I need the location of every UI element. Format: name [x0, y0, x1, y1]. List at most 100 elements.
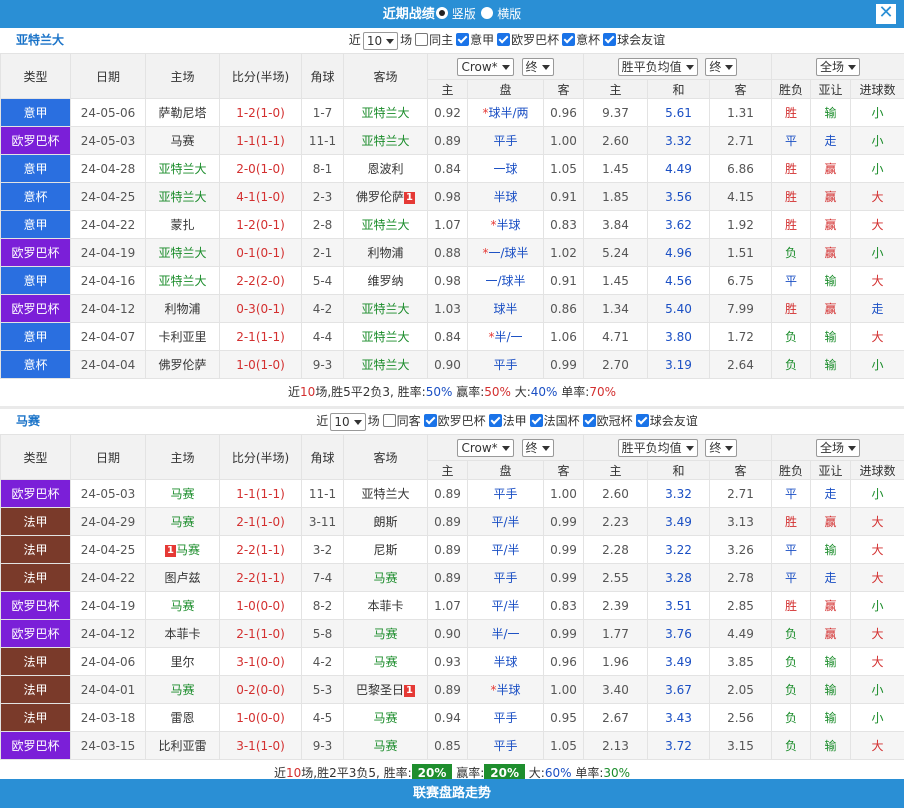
match-score[interactable]: 2-2(1-1)	[219, 563, 302, 592]
table-row[interactable]: 法甲 24-04-25 1 马赛 2-2(1-1) 3-2 尼斯 0.89 平/半 0.99 2.2…	[0, 535, 904, 564]
home-team-cell[interactable]: 蒙扎	[145, 210, 220, 239]
match-type[interactable]: 法甲	[0, 507, 71, 536]
home-team-cell[interactable]: 本菲卡	[145, 619, 220, 648]
away-team-cell[interactable]: 尼斯	[343, 535, 428, 564]
match-type[interactable]: 意杯	[0, 350, 71, 379]
half-select[interactable]: 全场	[816, 57, 861, 76]
league-checkbox[interactable]	[456, 33, 470, 46]
away-team-cell[interactable]: 马赛	[343, 703, 428, 732]
table-row[interactable]: 法甲 24-04-06 里尔 3-1(0-0) 4-2 马赛 0.93 半球 0.96 1.96 3…	[0, 647, 904, 676]
match-type[interactable]: 意甲	[0, 210, 71, 239]
home-team-cell[interactable]: 里尔	[145, 647, 220, 676]
table-row[interactable]: 意甲 24-04-28 亚特兰大 2-0(1-0) 8-1 恩波利 0.84 一球 1.05 1.…	[0, 154, 904, 183]
table-row[interactable]: 欧罗巴杯 24-05-03 马赛 1-1(1-1) 11-1 亚特兰大 0.89 平手 1.00…	[0, 479, 904, 508]
company-select[interactable]: Crow*	[457, 438, 514, 457]
home-team-cell[interactable]: 1 马赛	[145, 535, 220, 564]
match-type[interactable]: 法甲	[0, 647, 71, 676]
table-row[interactable]: 意甲 24-04-16 亚特兰大 2-2(2-0) 5-4 维罗纳 0.98 一/球半 0.91…	[0, 266, 904, 295]
horizontal-radio[interactable]	[481, 7, 494, 19]
match-type[interactable]: 意甲	[0, 98, 71, 127]
home-team-cell[interactable]: 马赛	[145, 479, 220, 508]
half-select[interactable]: 全场	[816, 438, 861, 457]
league-checkbox[interactable]	[497, 33, 511, 46]
match-score[interactable]: 2-1(1-1)	[219, 322, 302, 351]
home-team-cell[interactable]: 马赛	[145, 126, 220, 155]
home-team-cell[interactable]: 亚特兰大	[145, 238, 220, 267]
away-team-cell[interactable]: 维罗纳	[343, 266, 428, 295]
match-score[interactable]: 1-0(0-0)	[219, 703, 302, 732]
home-team-cell[interactable]: 亚特兰大	[145, 182, 220, 211]
match-score[interactable]: 3-1(1-0)	[219, 731, 302, 760]
away-team-cell[interactable]: 马赛	[343, 647, 428, 676]
company-select[interactable]: Crow*	[457, 57, 514, 76]
match-score[interactable]: 0-1(0-1)	[219, 238, 302, 267]
home-team-cell[interactable]: 马赛	[145, 507, 220, 536]
home-team-cell[interactable]: 利物浦	[145, 294, 220, 323]
table-row[interactable]: 法甲 24-04-29 马赛 2-1(1-0) 3-11 朗斯 0.89 平/半 0.99 2.2…	[0, 507, 904, 536]
same-venue-checkbox[interactable]	[415, 33, 429, 46]
away-team-cell[interactable]: 马赛	[343, 563, 428, 592]
league-checkbox[interactable]	[562, 33, 576, 46]
match-type[interactable]: 意甲	[0, 266, 71, 295]
home-team-cell[interactable]: 马赛	[145, 675, 220, 704]
match-type[interactable]: 法甲	[0, 675, 71, 704]
away-team-cell[interactable]: 马赛	[343, 731, 428, 760]
away-team-cell[interactable]: 亚特兰大	[343, 322, 428, 351]
table-row[interactable]: 法甲 24-04-22 图卢兹 2-2(1-1) 7-4 马赛 0.89 平手 0.99 2.55…	[0, 563, 904, 592]
match-type[interactable]: 法甲	[0, 703, 71, 732]
match-score[interactable]: 2-1(1-0)	[219, 507, 302, 536]
league-checkbox[interactable]	[423, 414, 437, 427]
table-row[interactable]: 意甲 24-04-07 卡利亚里 2-1(1-1) 4-4 亚特兰大 0.84 *半/一 1.0…	[0, 322, 904, 351]
match-score[interactable]: 1-0(1-0)	[219, 350, 302, 379]
match-type[interactable]: 法甲	[0, 563, 71, 592]
table-row[interactable]: 欧罗巴杯 24-04-19 亚特兰大 0-1(0-1) 2-1 利物浦 0.88 *一/球半 1…	[0, 238, 904, 267]
match-type[interactable]: 意杯	[0, 182, 71, 211]
handicap-phase-select[interactable]: 终	[521, 438, 554, 457]
match-type[interactable]: 意甲	[0, 322, 71, 351]
table-row[interactable]: 意杯 24-04-04 佛罗伦萨 1-0(1-0) 9-3 亚特兰大 0.90 平手 0.99 2…	[0, 350, 904, 379]
horizontal-label[interactable]: 横版	[497, 7, 521, 21]
odds-phase-select[interactable]: 终	[705, 438, 738, 457]
match-score[interactable]: 1-0(0-0)	[219, 591, 302, 620]
home-team-cell[interactable]: 雷恩	[145, 703, 220, 732]
match-score[interactable]: 2-2(1-1)	[219, 535, 302, 564]
match-score[interactable]: 2-1(1-0)	[219, 619, 302, 648]
match-score[interactable]: 1-1(1-1)	[219, 479, 302, 508]
home-team-cell[interactable]: 卡利亚里	[145, 322, 220, 351]
match-score[interactable]: 0-3(0-1)	[219, 294, 302, 323]
match-score[interactable]: 2-2(2-0)	[219, 266, 302, 295]
table-row[interactable]: 欧罗巴杯 24-04-19 马赛 1-0(0-0) 8-2 本菲卡 1.07 平/半 0.83 2…	[0, 591, 904, 620]
match-type[interactable]: 欧罗巴杯	[0, 126, 71, 155]
league-checkbox[interactable]	[488, 414, 502, 427]
table-row[interactable]: 欧罗巴杯 24-05-03 马赛 1-1(1-1) 11-1 亚特兰大 0.89 平手 1.00…	[0, 126, 904, 155]
away-team-cell[interactable]: 亚特兰大	[343, 210, 428, 239]
close-button[interactable]: ✕	[876, 4, 896, 24]
match-type[interactable]: 欧罗巴杯	[0, 591, 71, 620]
odds-type-select[interactable]: 胜平负均值	[617, 57, 698, 76]
table-row[interactable]: 欧罗巴杯 24-04-12 利物浦 0-3(0-1) 4-2 亚特兰大 1.03 球半 0.86…	[0, 294, 904, 323]
match-score[interactable]: 3-1(0-0)	[219, 647, 302, 676]
table-row[interactable]: 法甲 24-03-18 雷恩 1-0(0-0) 4-5 马赛 0.94 平手 0.95 2.67 3…	[0, 703, 904, 732]
vertical-label[interactable]: 竖版	[452, 7, 476, 21]
table-row[interactable]: 意甲 24-05-06 萨勒尼塔 1-2(1-0) 1-7 亚特兰大 0.92 *球半/两 0.…	[0, 98, 904, 127]
home-team-cell[interactable]: 亚特兰大	[145, 154, 220, 183]
home-team-cell[interactable]: 图卢兹	[145, 563, 220, 592]
away-team-cell[interactable]: 本菲卡	[343, 591, 428, 620]
away-team-cell[interactable]: 亚特兰大	[343, 98, 428, 127]
match-type[interactable]: 法甲	[0, 535, 71, 564]
away-team-cell[interactable]: 马赛	[343, 619, 428, 648]
match-type[interactable]: 欧罗巴杯	[0, 731, 71, 760]
handicap-phase-select[interactable]: 终	[521, 57, 554, 76]
match-type[interactable]: 欧罗巴杯	[0, 238, 71, 267]
match-count-select[interactable]: 10	[330, 412, 366, 431]
match-type[interactable]: 意甲	[0, 154, 71, 183]
away-team-cell[interactable]: 利物浦	[343, 238, 428, 267]
match-score[interactable]: 2-0(1-0)	[219, 154, 302, 183]
same-venue-checkbox[interactable]	[382, 414, 396, 427]
match-score[interactable]: 1-1(1-1)	[219, 126, 302, 155]
odds-phase-select[interactable]: 终	[705, 57, 738, 76]
league-checkbox[interactable]	[603, 33, 617, 46]
match-count-select[interactable]: 10	[362, 31, 399, 50]
league-checkbox[interactable]	[529, 414, 543, 427]
match-type[interactable]: 欧罗巴杯	[0, 294, 71, 323]
